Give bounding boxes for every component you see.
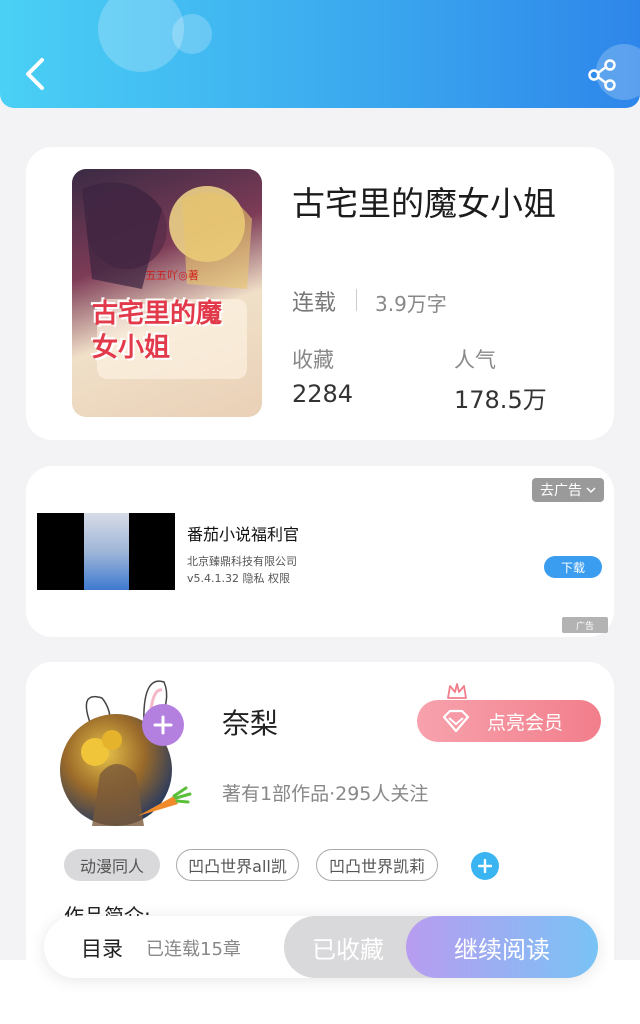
ad-title: 番茄小说福利官 — [187, 525, 300, 544]
book-info-card: 五五吖◎著 古宅里的魔女小姐 古宅里的魔女小姐 连载 3.9万字 收藏 2284… — [26, 147, 614, 440]
tag-item[interactable]: 凹凸世界凯莉 — [316, 849, 438, 881]
share-button[interactable] — [586, 58, 620, 92]
plus-icon — [478, 859, 492, 873]
crown-icon — [447, 683, 467, 699]
ad-card[interactable]: 去广告 番茄小说福利官 北京臻鼎科技有限公司 v5.4.1.32 隐私 权限 下… — [26, 466, 614, 637]
book-status: 连载 — [292, 291, 337, 316]
vip-member-button[interactable]: 点亮会员 — [417, 700, 601, 742]
plus-icon — [153, 715, 173, 735]
chevron-down-icon — [586, 487, 596, 494]
ad-video-thumbnail[interactable] — [37, 513, 175, 590]
tag-item[interactable]: 凹凸世界all凯 — [176, 849, 299, 881]
popularity-label: 人气 — [454, 348, 496, 372]
follow-author-button[interactable] — [142, 704, 184, 746]
remove-ad-label: 去广告 — [540, 483, 582, 499]
ad-mark-label: 广告 — [575, 621, 594, 632]
book-title: 古宅里的魔女小姐 — [292, 184, 556, 223]
header-bar — [0, 0, 640, 108]
ad-version-info: v5.4.1.32 隐私 权限 — [187, 572, 290, 585]
tag-item[interactable]: 动漫同人 — [64, 849, 160, 881]
collected-label: 已收藏 — [312, 935, 384, 964]
carrot-decoration — [138, 786, 192, 816]
share-icon — [588, 59, 616, 91]
add-tag-button[interactable] — [471, 852, 499, 880]
word-count: 3.9万字 — [375, 292, 447, 316]
back-button[interactable] — [18, 54, 54, 94]
author-name: 奈梨 — [222, 707, 279, 740]
vip-label: 点亮会员 — [487, 711, 564, 734]
chevron-left-icon — [26, 58, 44, 90]
collect-count: 2284 — [292, 380, 354, 408]
book-cover-image[interactable]: 五五吖◎著 古宅里的魔女小姐 — [72, 169, 262, 417]
diamond-icon — [442, 709, 470, 733]
cover-title-art: 古宅里的魔女小姐 — [92, 299, 223, 363]
collect-label: 收藏 — [292, 348, 334, 372]
remove-ad-button[interactable]: 去广告 — [532, 478, 604, 502]
bottom-action-bar: 目录 已连载15章 已收藏 继续阅读 — [44, 916, 598, 978]
cover-author-art: 五五吖◎著 — [145, 268, 199, 282]
popularity-count: 178.5万 — [454, 386, 547, 414]
decor-bubble — [98, 0, 184, 72]
divider — [356, 289, 357, 311]
ad-download-button[interactable]: 下载 — [544, 556, 602, 578]
table-of-contents-button[interactable]: 目录 — [81, 933, 123, 963]
ad-presenter-image — [84, 513, 129, 590]
decor-bubble — [172, 14, 212, 54]
chapter-count: 已连载15章 — [146, 939, 241, 960]
author-stats: 著有1部作品·295人关注 — [222, 783, 429, 805]
ad-mark-badge: 广告 — [562, 617, 608, 633]
cover-art: 五五吖◎著 — [82, 182, 252, 379]
continue-reading-button[interactable]: 继续阅读 — [406, 916, 598, 978]
ad-company: 北京臻鼎科技有限公司 — [187, 555, 297, 568]
